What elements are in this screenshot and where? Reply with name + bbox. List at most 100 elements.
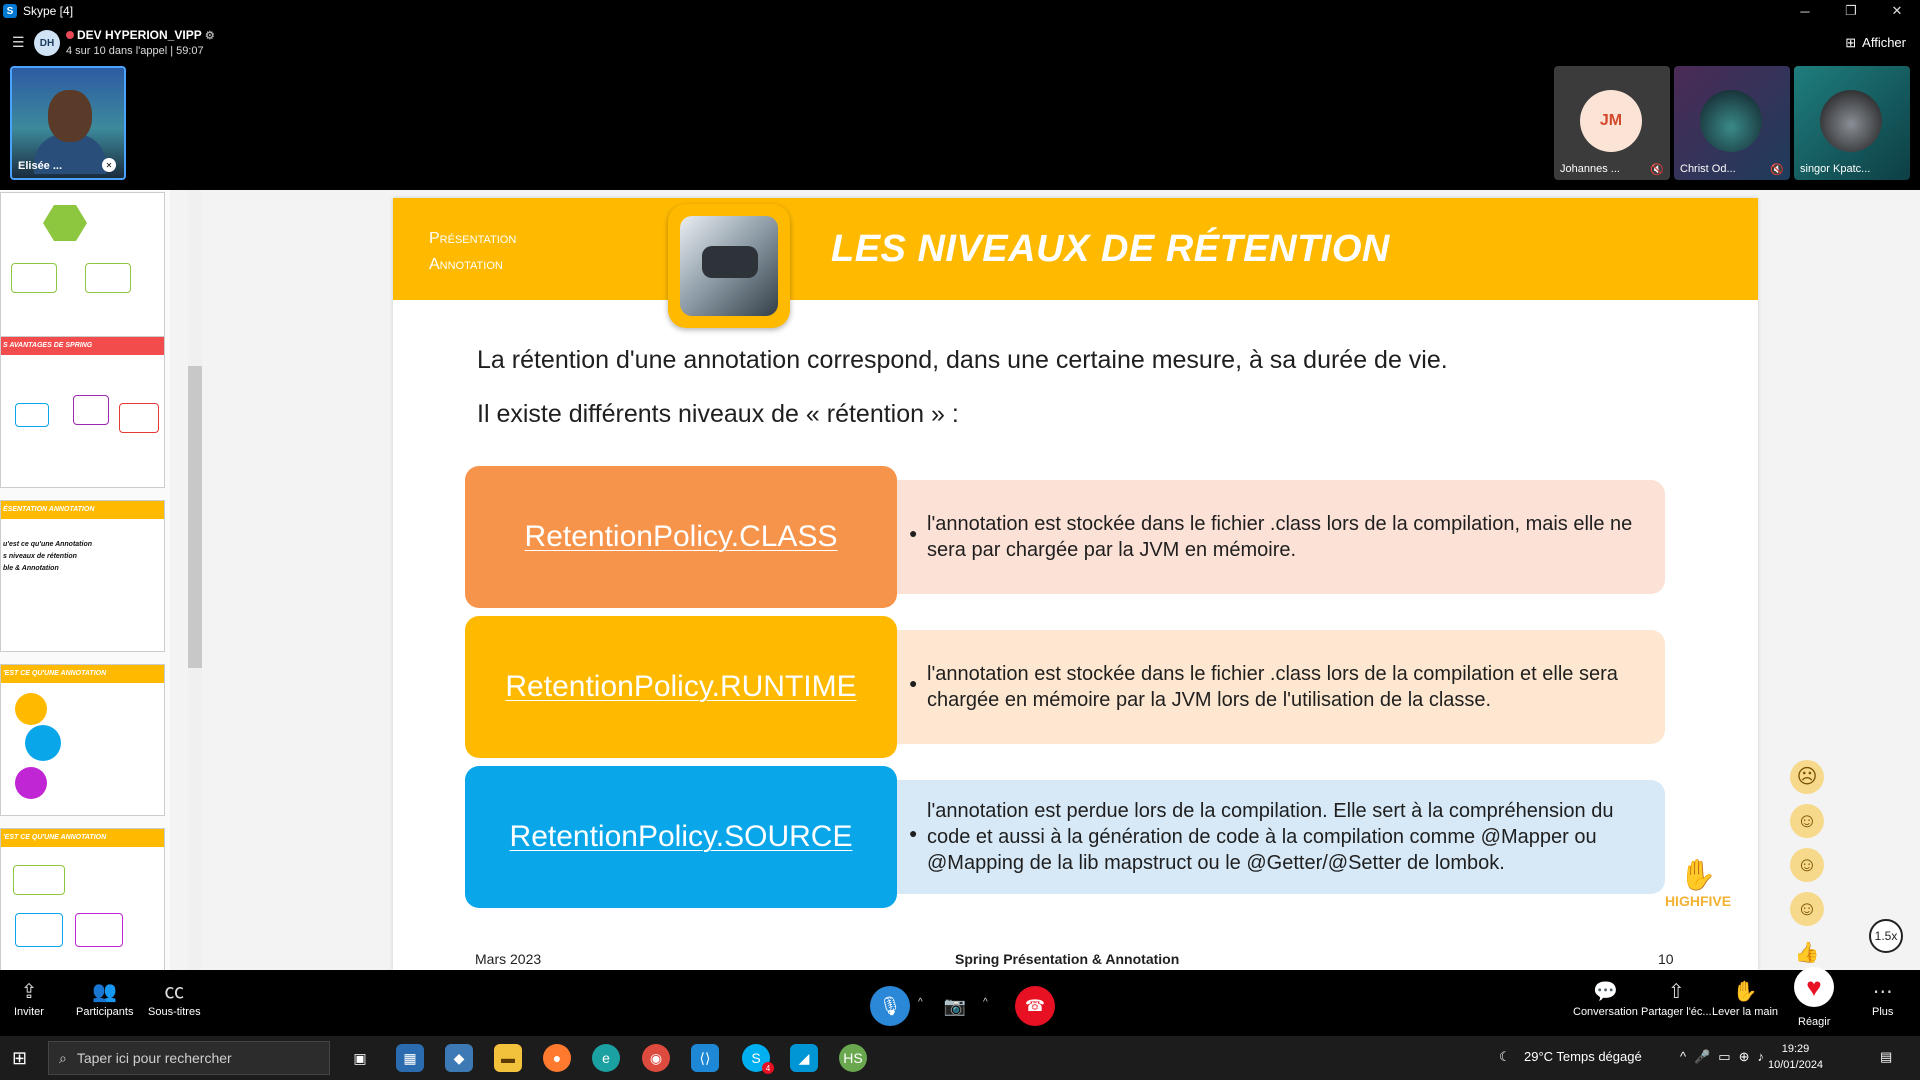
group-avatar[interactable]: DH xyxy=(34,30,60,56)
people-icon: 👥 xyxy=(92,981,118,1003)
thumb-title: ÉSENTATION ANNOTATION xyxy=(1,501,164,519)
app-icon[interactable]: ◢ xyxy=(790,1044,818,1072)
thumb-shape xyxy=(75,913,123,947)
thumb-title: 'EST CE QU'UNE ANNOTATION xyxy=(1,665,164,683)
weather-text[interactable]: 29°C Temps dégagé xyxy=(1524,1049,1642,1064)
camera-button[interactable]: 📷 xyxy=(935,986,975,1026)
edge-icon[interactable]: e xyxy=(592,1044,620,1072)
slide-thumbnail[interactable]: S AVANTAGES DE SPRING xyxy=(0,336,165,488)
slide-footer-date: Mars 2023 xyxy=(475,951,542,967)
app-icon[interactable]: ◆ xyxy=(445,1044,473,1072)
weather-icon: ☾ xyxy=(1499,1049,1511,1064)
participant-avatar: JM xyxy=(1580,90,1642,152)
close-button[interactable]: ✕ xyxy=(1874,0,1920,22)
share-screen-label: Partager l'éc... xyxy=(1641,1006,1712,1018)
slide-header: Présentation Annotation LES NIVEAUX DE R… xyxy=(393,198,1758,300)
thumb-shape xyxy=(73,395,109,425)
slide-thumbnail[interactable]: 'EST CE QU'UNE ANNOTATION xyxy=(0,828,165,980)
participant-label: Christ Od... 🔇 xyxy=(1680,158,1784,180)
more-label: Plus xyxy=(1872,1006,1894,1018)
windows-taskbar: ⊞ ⌕ Taper ici pour rechercher ▣ ▦ ◆ ▬ ● e… xyxy=(0,1036,1920,1080)
conversation-button[interactable]: 💬 Conversation xyxy=(1573,978,1638,1018)
slide-thumbnail[interactable] xyxy=(0,192,165,344)
participant-name: Johannes ... xyxy=(1560,163,1620,175)
thumb-shape xyxy=(119,403,159,433)
thumb-shape xyxy=(13,865,65,895)
more-button[interactable]: ⋯ Plus xyxy=(1872,978,1893,1018)
laugh-reaction-icon[interactable]: ☺ xyxy=(1790,892,1824,926)
smile-reaction-icon[interactable]: ☺ xyxy=(1790,804,1824,838)
participant-tile[interactable]: singor Kpatc... xyxy=(1794,66,1910,180)
retention-label: RetentionPolicy.SOURCE xyxy=(509,820,853,853)
heart-reaction-icon[interactable]: ♥ xyxy=(1794,967,1834,1007)
thumbs-up-reaction-icon[interactable]: 👍 xyxy=(1790,936,1824,970)
group-name-text: DEV HYPERION_VIPP xyxy=(77,28,202,42)
taskbar-search[interactable]: ⌕ Taper ici pour rechercher xyxy=(48,1041,330,1075)
search-placeholder: Taper ici pour rechercher xyxy=(76,1050,232,1066)
chrome-icon[interactable]: ◉ xyxy=(642,1044,670,1072)
restore-button[interactable]: ❐ xyxy=(1828,0,1874,22)
skype-taskbar-icon[interactable]: S4 xyxy=(742,1044,774,1074)
slide-thumbnail[interactable]: 'EST CE QU'UNE ANNOTATION xyxy=(0,664,165,816)
settings-icon[interactable]: ⚙ xyxy=(205,30,215,42)
task-view-icon[interactable]: ▣ xyxy=(346,1044,374,1072)
clock-time: 19:29 xyxy=(1781,1043,1810,1055)
window-controls: ─ ❐ ✕ xyxy=(1782,0,1920,22)
participant-name: singor Kpatc... xyxy=(1800,163,1871,175)
clock-date: 10/01/2024 xyxy=(1768,1059,1824,1071)
firefox-icon[interactable]: ● xyxy=(543,1044,571,1072)
microphone-button[interactable]: 🎙 xyxy=(870,986,910,1026)
notifications-icon[interactable]: ▤ xyxy=(1880,1049,1892,1065)
self-video-tile[interactable]: Elisée ... ✕ xyxy=(10,66,126,180)
captions-icon: ㏄ xyxy=(164,981,185,1003)
calculator-icon[interactable]: ▦ xyxy=(396,1044,424,1072)
participant-tile[interactable]: Christ Od... 🔇 xyxy=(1674,66,1790,180)
slide-intro: La rétention d'une annotation correspond… xyxy=(477,346,1448,374)
camera-options-chevron-icon[interactable]: ^ xyxy=(983,997,988,1008)
participant-label: Johannes ... 🔇 xyxy=(1560,158,1664,180)
end-call-button[interactable]: ☎ xyxy=(1015,986,1055,1026)
vscode-icon[interactable]: ⟨⟩ xyxy=(691,1044,719,1072)
retention-label-box: RetentionPolicy.SOURCE xyxy=(465,766,897,908)
bullet-icon: ● xyxy=(909,825,918,841)
microphone-icon: 🎙 xyxy=(878,995,902,1016)
share-screen-button[interactable]: ⇧ Partager l'éc... xyxy=(1641,978,1712,1018)
mic-options-chevron-icon[interactable]: ^ xyxy=(918,997,923,1008)
conversation-label: Conversation xyxy=(1573,1006,1638,1018)
view-button[interactable]: ⊞ Afficher xyxy=(1845,35,1906,51)
windows-start-icon[interactable]: ⊞ xyxy=(12,1048,27,1069)
thumb-shape xyxy=(15,767,47,799)
subtitles-button[interactable]: ㏄ Sous-titres xyxy=(148,978,201,1018)
thumbnail-scrollbar[interactable] xyxy=(188,190,202,970)
thumb-title: S AVANTAGES DE SPRING xyxy=(1,337,164,355)
retention-description: ● l'annotation est stockée dans le fichie… xyxy=(897,480,1665,594)
taskbar-clock[interactable]: 19:29 10/01/2024 xyxy=(1768,1041,1823,1073)
playback-speed-badge[interactable]: 1.5x xyxy=(1869,919,1903,953)
participant-name: Christ Od... xyxy=(1680,163,1736,175)
search-icon: ⌕ xyxy=(59,1049,67,1066)
invite-button[interactable]: ⇪ Inviter xyxy=(14,978,44,1018)
minimize-button[interactable]: ─ xyxy=(1782,0,1828,22)
skype-logo-icon: S xyxy=(3,4,17,18)
react-button[interactable]: Réagir xyxy=(1798,1016,1830,1028)
system-tray-icons[interactable]: ^🎤▭⊕♪ xyxy=(1680,1049,1772,1065)
slide-section-line: Présentation xyxy=(429,230,517,247)
app-icon[interactable]: HS xyxy=(839,1044,867,1072)
participant-tile[interactable]: JM Johannes ... 🔇 xyxy=(1554,66,1670,180)
participants-button[interactable]: 👥 Participants xyxy=(76,978,133,1018)
raise-hand-button[interactable]: ✋ Lever la main xyxy=(1712,978,1778,1018)
slide-thumbnail[interactable]: ÉSENTATION ANNOTATION u'est ce qu'une An… xyxy=(0,500,165,652)
thumb-text-line: ble & Annotation xyxy=(3,565,59,572)
highfive-logo-text: HIGHFIVE xyxy=(1664,893,1732,909)
retention-label: RetentionPolicy.CLASS xyxy=(524,520,838,553)
thumb-shape xyxy=(85,263,131,293)
skype-badge: 4 xyxy=(762,1062,774,1074)
slide-thumbnails: S AVANTAGES DE SPRING ÉSENTATION ANNOTAT… xyxy=(0,190,170,980)
scrollbar-thumb[interactable] xyxy=(188,366,202,668)
participants-label: Participants xyxy=(76,1006,134,1018)
happy-reaction-icon[interactable]: ☺ xyxy=(1790,848,1824,882)
file-explorer-icon[interactable]: ▬ xyxy=(494,1044,522,1072)
sad-reaction-icon[interactable]: ☹ xyxy=(1790,760,1824,794)
slide-section-line: Annotation xyxy=(429,256,503,273)
menu-icon[interactable]: ☰ xyxy=(12,34,26,51)
